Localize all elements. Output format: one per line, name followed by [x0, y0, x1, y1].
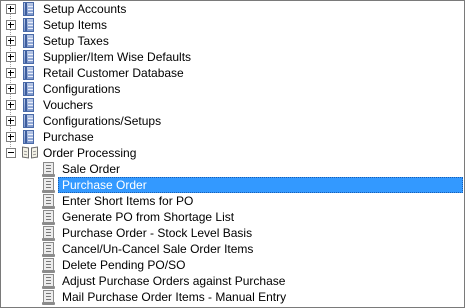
page-icon [42, 242, 55, 257]
tree-node-setup-items[interactable]: Setup Items [1, 17, 464, 33]
expand-plus-icon[interactable] [6, 52, 16, 62]
tree-node-configurations-setups[interactable]: Configurations/Setups [1, 113, 464, 129]
tree-leaf-cancel-uncancel-sale-order-items[interactable]: Cancel/Un-Cancel Sale Order Items [1, 241, 464, 257]
tree-node-order-processing[interactable]: Order Processing [1, 145, 464, 161]
tree-node-label: Retail Customer Database [43, 66, 184, 80]
expand-plus-icon[interactable] [6, 68, 16, 78]
tree-leaf-adjust-purchase-orders[interactable]: Adjust Purchase Orders against Purchase [1, 273, 464, 289]
menu-tree: Setup Accounts Setup Items Setup Taxes S… [1, 1, 464, 305]
tree-leaf-label: Enter Short Items for PO [62, 194, 194, 208]
book-icon [23, 66, 34, 80]
tree-leaf-label: Generate PO from Shortage List [62, 210, 235, 224]
book-icon [23, 2, 34, 16]
page-icon [42, 274, 55, 289]
tree-leaf-generate-po-from-shortage-list[interactable]: Generate PO from Shortage List [1, 209, 464, 225]
expand-plus-icon[interactable] [6, 116, 16, 126]
tree-node-label: Configurations/Setups [43, 114, 162, 128]
tree-node-label: Setup Accounts [43, 2, 127, 16]
tree-node-label: Setup Taxes [43, 34, 109, 48]
tree-node-label: Supplier/Item Wise Defaults [43, 50, 192, 64]
tree-leaf-label: Adjust Purchase Orders against Purchase [62, 274, 286, 288]
tree-leaf-label: Purchase Order - Stock Level Basis [62, 226, 253, 240]
tree-node-retail-customer-database[interactable]: Retail Customer Database [1, 65, 464, 81]
page-icon [42, 290, 55, 305]
book-icon [23, 130, 34, 144]
book-icon [23, 114, 34, 128]
tree-node-label: Order Processing [43, 146, 137, 160]
tree-node-vouchers[interactable]: Vouchers [1, 97, 464, 113]
book-icon [23, 50, 34, 64]
book-icon [23, 82, 34, 96]
tree-leaf-label: Cancel/Un-Cancel Sale Order Items [62, 242, 254, 256]
expand-plus-icon[interactable] [6, 100, 16, 110]
tree-node-purchase[interactable]: Purchase [1, 129, 464, 145]
page-icon [42, 210, 55, 225]
tree-leaf-purchase-order-stock-level-basis[interactable]: Purchase Order - Stock Level Basis [1, 225, 464, 241]
tree-node-supplier-item-wise-defaults[interactable]: Supplier/Item Wise Defaults [1, 49, 464, 65]
page-icon [42, 162, 55, 177]
tree-node-setup-accounts[interactable]: Setup Accounts [1, 1, 464, 17]
tree-node-label: Configurations [43, 82, 121, 96]
tree-leaf-label: Delete Pending PO/SO [62, 258, 186, 272]
tree-node-label: Purchase [43, 130, 94, 144]
expand-plus-icon[interactable] [6, 4, 16, 14]
tree-node-setup-taxes[interactable]: Setup Taxes [1, 33, 464, 49]
tree-node-label: Setup Items [43, 18, 108, 32]
page-icon [42, 258, 55, 273]
page-icon [42, 178, 55, 193]
tree-leaf-label: Sale Order [62, 162, 121, 176]
tree-leaf-purchase-order[interactable]: Purchase Order [1, 177, 464, 193]
book-icon [23, 98, 34, 112]
tree-leaf-enter-short-items-for-po[interactable]: Enter Short Items for PO [1, 193, 464, 209]
tree-leaf-mail-purchase-order-items[interactable]: Mail Purchase Order Items - Manual Entry [1, 289, 464, 305]
expand-plus-icon[interactable] [6, 36, 16, 46]
page-icon [42, 194, 55, 209]
expand-plus-icon[interactable] [6, 132, 16, 142]
tree-node-configurations[interactable]: Configurations [1, 81, 464, 97]
tree-view-panel: Setup Accounts Setup Items Setup Taxes S… [0, 0, 465, 308]
book-icon [23, 18, 34, 32]
collapse-minus-icon[interactable] [6, 148, 16, 158]
tree-leaf-delete-pending-po-so[interactable]: Delete Pending PO/SO [1, 257, 464, 273]
open-book-icon [22, 146, 38, 159]
tree-leaf-label: Mail Purchase Order Items - Manual Entry [62, 290, 287, 304]
page-icon [42, 226, 55, 241]
book-icon [23, 34, 34, 48]
expand-plus-icon[interactable] [6, 84, 16, 94]
tree-leaf-label: Purchase Order [62, 178, 147, 192]
tree-leaf-sale-order[interactable]: Sale Order [1, 161, 464, 177]
expand-plus-icon[interactable] [6, 20, 16, 30]
tree-node-label: Vouchers [43, 98, 94, 112]
